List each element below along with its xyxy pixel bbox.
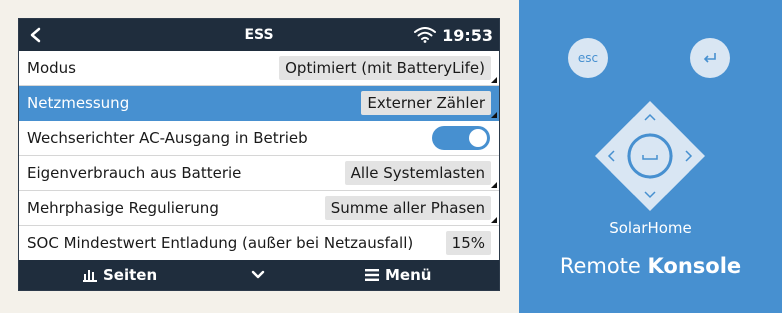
dropdown-corner-icon	[491, 217, 497, 223]
setting-label: SOC Mindestwert Entladung (außer bei Net…	[27, 234, 414, 252]
setting-label: Modus	[27, 59, 76, 77]
setting-row-mehrphasig[interactable]: Mehrphasige Regulierung Summe aller Phas…	[19, 191, 499, 226]
wifi-icon	[414, 27, 437, 43]
device-screen: ESS 19:53 Modus Optimiert (mit BatteryLi…	[18, 18, 500, 291]
enter-button[interactable]	[690, 38, 730, 78]
esc-button[interactable]: esc	[568, 38, 608, 78]
bar-chart-icon	[83, 269, 97, 282]
setting-row-ac-output[interactable]: Wechserichter AC-Ausgang in Betrieb	[19, 121, 499, 156]
setting-value: Externer Zähler	[361, 91, 491, 115]
toggle-switch[interactable]	[432, 126, 490, 150]
setting-value: Summe aller Phasen	[324, 196, 491, 220]
scroll-down-button[interactable]	[251, 270, 265, 280]
pages-button[interactable]: Seiten	[83, 266, 157, 284]
setting-value: 15%	[445, 231, 491, 255]
pages-label: Seiten	[103, 266, 158, 284]
toggle-knob	[469, 129, 487, 147]
hamburger-menu-icon	[365, 269, 379, 281]
chevron-down-icon	[251, 270, 265, 279]
setting-row-eigenverbrauch[interactable]: Eigenverbrauch aus Batterie Alle Systeml…	[19, 156, 499, 191]
setting-row-netzmessung[interactable]: Netzmessung Externer Zähler	[19, 86, 499, 121]
clock: 19:53	[442, 25, 493, 45]
setting-value: Alle Systemlasten	[344, 161, 491, 185]
remote-panel: esc SolarHome Remote Konsole	[519, 0, 782, 313]
title-bold: Konsole	[647, 254, 742, 278]
setting-label: Eigenverbrauch aus Batterie	[27, 164, 242, 182]
setting-label: Wechserichter AC-Ausgang in Betrieb	[27, 129, 308, 147]
status-area: 19:53	[414, 19, 493, 51]
dropdown-corner-icon	[491, 112, 497, 118]
dpad	[595, 101, 705, 211]
setting-row-modus[interactable]: Modus Optimiert (mit BatteryLife)	[19, 51, 499, 86]
setting-label: Netzmessung	[27, 94, 130, 112]
enter-icon	[703, 53, 716, 63]
dropdown-corner-icon	[491, 182, 497, 188]
dpad-center-button[interactable]	[627, 133, 673, 179]
menu-button[interactable]: Menü	[365, 266, 431, 284]
site-name: SolarHome	[609, 219, 692, 237]
setting-row-soc-min[interactable]: SOC Mindestwert Entladung (außer bei Net…	[19, 226, 499, 261]
esc-label: esc	[577, 51, 599, 65]
dropdown-corner-icon	[491, 77, 497, 83]
title-regular: Remote	[559, 254, 648, 278]
bottom-bar: Seiten Menü	[19, 260, 499, 290]
setting-value: Optimiert (mit BatteryLife)	[279, 56, 491, 80]
remote-console-title: Remote Konsole	[519, 254, 782, 278]
top-bar: ESS 19:53	[19, 19, 499, 51]
menu-label: Menü	[385, 266, 432, 284]
setting-label: Mehrphasige Regulierung	[27, 199, 219, 217]
